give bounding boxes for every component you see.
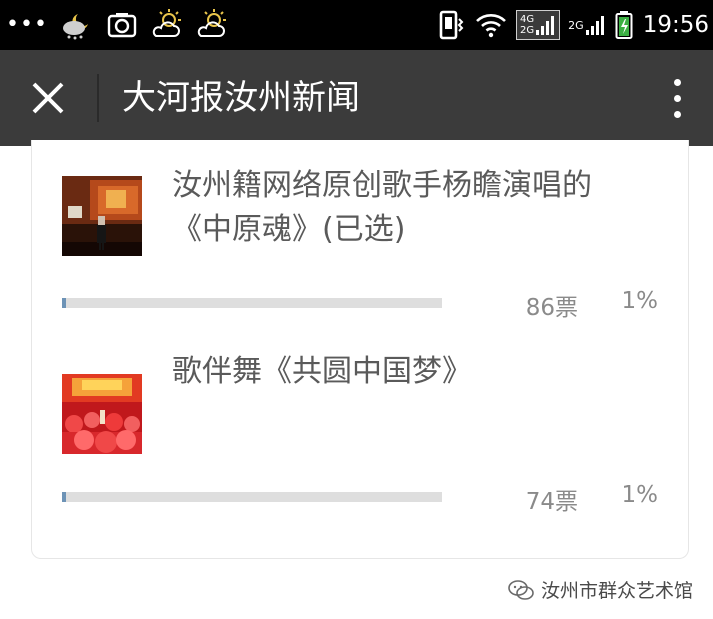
singer-stage-image (62, 176, 142, 256)
page-title: 大河报汝州新闻 (122, 78, 360, 118)
partly-sunny-icon (197, 9, 226, 37)
option-label: 歌伴舞《共圆中国梦》 (172, 354, 472, 389)
network-4g-label: 4G (520, 14, 535, 25)
wechat-watermark: 汝州市群众艺术馆 (507, 576, 693, 603)
vote-count: 86票 (525, 295, 578, 321)
wifi-icon (476, 14, 506, 38)
camera-icon (107, 13, 137, 38)
watermark-text: 汝州市群众艺术馆 (540, 580, 693, 602)
content-area: 汝州籍网络原创歌手杨瞻演唱的《中原魂》(已选) 86票 1% 歌伴舞《共圆中国梦… (0, 140, 713, 619)
poll-option[interactable]: 汝州籍网络原创歌手杨瞻演唱的《中原魂》(已选) 86票 1% (32, 140, 688, 330)
close-button[interactable] (22, 72, 74, 124)
option-thumbnail (62, 374, 142, 454)
title-divider (97, 74, 99, 122)
cloudy-moon-icon (62, 14, 88, 40)
vote-progress-bar (62, 298, 442, 308)
vote-progress-fill (62, 492, 66, 502)
vote-percentage: 1% (621, 288, 659, 314)
clock: 19:56 (642, 12, 709, 38)
partly-sunny-icon (152, 9, 181, 37)
wechat-icon (508, 579, 534, 600)
signal-icon (585, 16, 604, 35)
status-bar-left: ••• (6, 0, 240, 50)
vibrate-icon (439, 10, 464, 40)
more-options-button[interactable] (665, 74, 689, 122)
title-bar: 大河报汝州新闻 (0, 50, 713, 146)
battery-icon (615, 11, 633, 39)
vote-count: 74票 (525, 489, 578, 515)
network-2g-label: 2G (520, 25, 535, 36)
option-label: 汝州籍网络原创歌手杨瞻演唱的《中原魂》(已选) (172, 168, 592, 247)
vote-progress-fill (62, 298, 66, 308)
dance-performance-image (62, 374, 142, 454)
signal-icon (536, 16, 555, 35)
close-icon (32, 82, 64, 114)
more-notifications-dots: ••• (6, 12, 48, 37)
more-dot-icon (673, 110, 681, 118)
poll-option[interactable]: 歌伴舞《共圆中国梦》 74票 1% (32, 330, 688, 530)
option-thumbnail (62, 176, 142, 256)
more-dot-icon (673, 94, 681, 102)
status-bar-right: 4G 2G 2G 19:56 (429, 0, 709, 50)
network-indicator: 4G 2G (516, 10, 561, 40)
poll-card: 汝州籍网络原创歌手杨瞻演唱的《中原魂》(已选) 86票 1% 歌伴舞《共圆中国梦… (31, 140, 689, 559)
more-dot-icon (673, 78, 681, 86)
vote-percentage: 1% (621, 482, 659, 508)
network-2g-secondary-label: 2G (568, 18, 584, 32)
vote-progress-bar (62, 492, 442, 502)
status-bar: ••• 4G 2G 2G 19:56 (0, 0, 713, 50)
